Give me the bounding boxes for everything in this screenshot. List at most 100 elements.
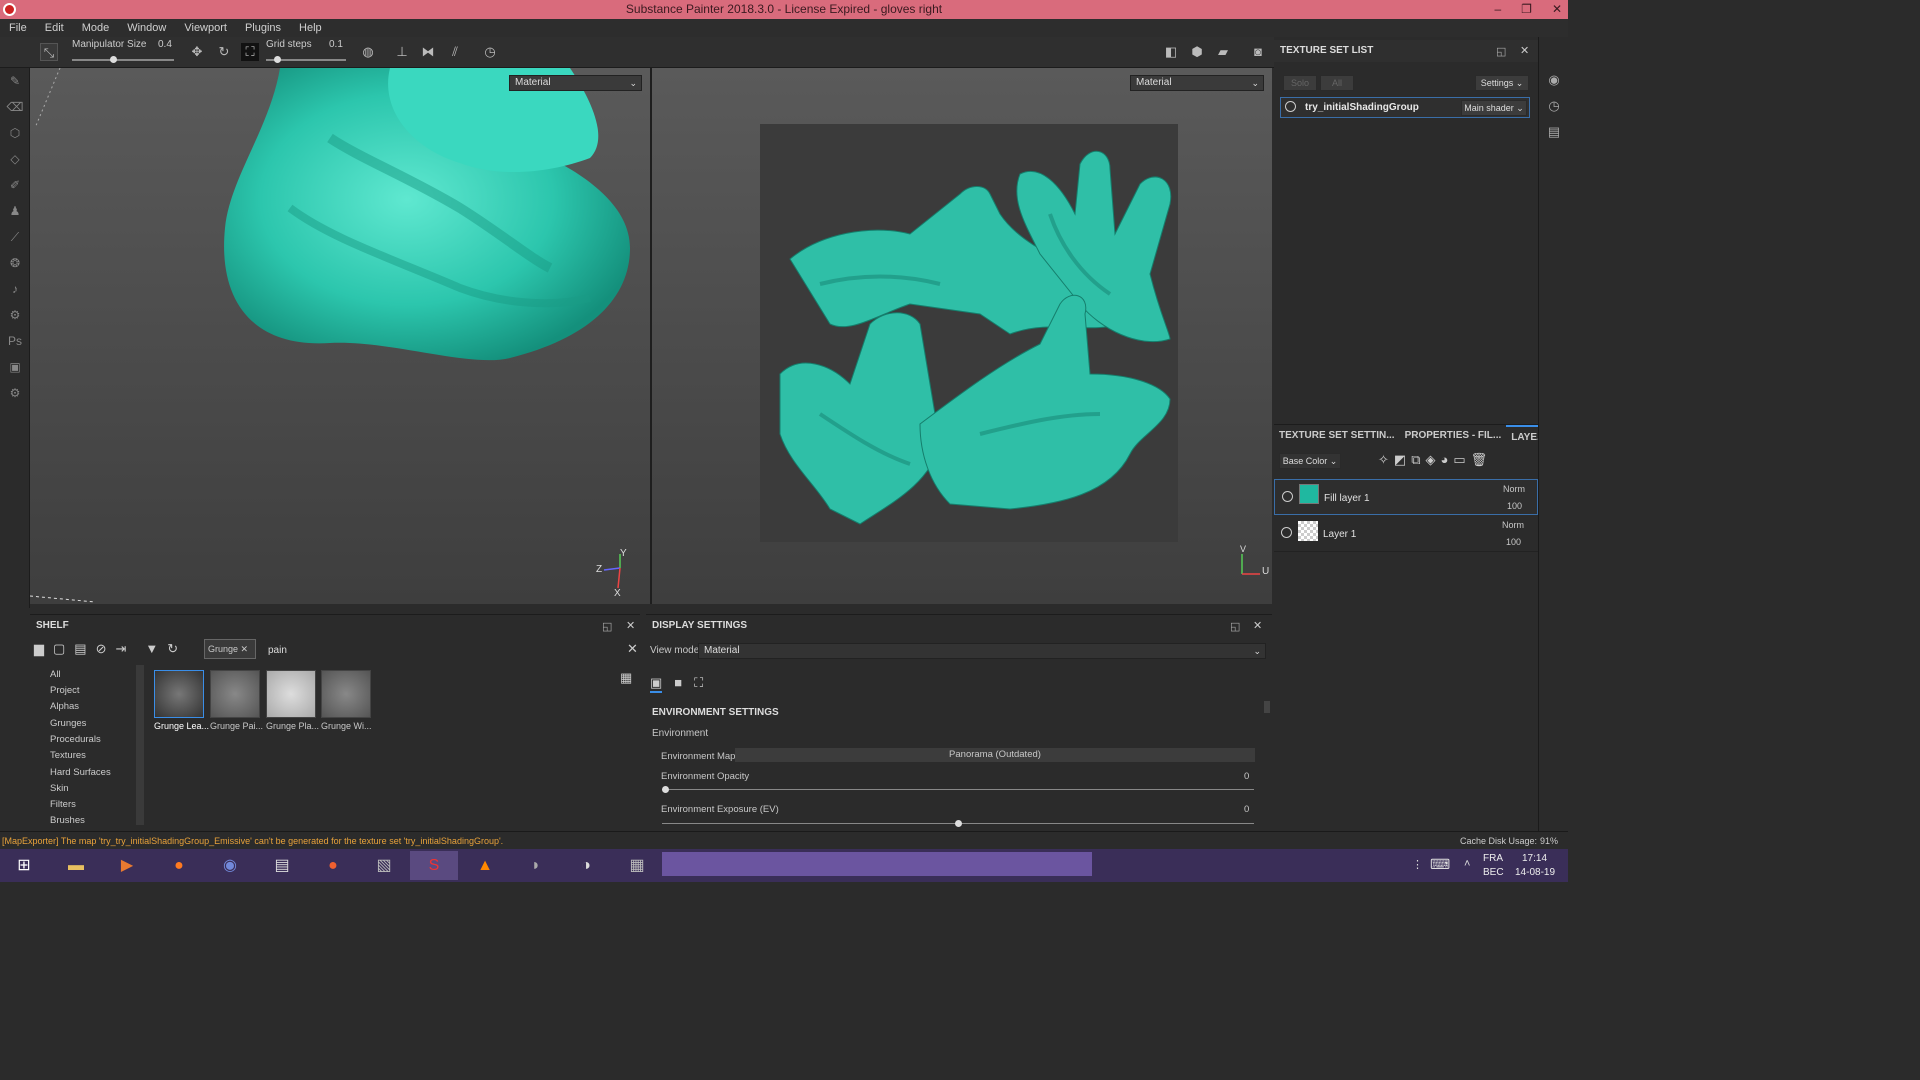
settings-small-icon[interactable]: ⚙ [0, 302, 30, 328]
add-effect-icon[interactable]: ✧ [1378, 452, 1389, 468]
substance-painter-icon[interactable]: S [410, 851, 458, 880]
grid-steps-value[interactable]: 0.1 [329, 39, 343, 50]
menu-edit[interactable]: Edit [36, 19, 73, 37]
add-folder-icon[interactable]: ▭ [1453, 452, 1465, 468]
add-smart-material-icon[interactable]: ◕ [1441, 452, 1449, 468]
viewport-3d[interactable]: Material ⌄ Y Z X [30, 68, 650, 604]
language-primary[interactable]: FRA [1483, 853, 1503, 864]
new-folder-icon[interactable]: ▢ [53, 641, 65, 657]
layer-opacity[interactable]: 100 [1506, 537, 1521, 547]
shelf-category-brushes[interactable]: Brushes [50, 815, 85, 826]
grid-view-icon[interactable]: ▦ [620, 670, 632, 686]
shelf-item-thumb[interactable] [321, 670, 371, 718]
float-panel-icon[interactable]: ◱ [1230, 620, 1240, 633]
log-icon[interactable]: ▤ [1539, 119, 1569, 145]
environment-exposure-value[interactable]: 0 [1244, 804, 1249, 815]
channel-dropdown[interactable]: Base Color ⌄ [1279, 453, 1341, 469]
manipulator-size-knob[interactable] [110, 56, 117, 63]
shelf-item-thumb[interactable] [210, 670, 260, 718]
blend-mode[interactable]: Norm [1502, 520, 1524, 530]
environment-opacity-slider[interactable] [662, 789, 1254, 790]
viewport-3d-mode-dropdown[interactable]: Material ⌄ [509, 75, 642, 91]
cube-icon[interactable]: ⬢ [1188, 43, 1206, 61]
solo-button[interactable]: Solo [1283, 75, 1317, 91]
all-button[interactable]: All [1320, 75, 1354, 91]
shelf-category-procedurals[interactable]: Procedurals [50, 734, 101, 745]
language-secondary[interactable]: BEC [1483, 867, 1504, 878]
smudge-icon[interactable]: ✐ [0, 172, 30, 198]
viewport-2d-mode-dropdown[interactable]: Material ⌄ [1130, 75, 1264, 91]
image-viewer-icon[interactable]: ▧ [360, 851, 408, 880]
clone-icon[interactable]: ♟ [0, 198, 30, 224]
environment-opacity-value[interactable]: 0 [1244, 771, 1249, 782]
blend-mode[interactable]: Norm [1503, 484, 1525, 494]
category-scrollbar[interactable] [136, 665, 144, 825]
manipulator-size-slider[interactable] [72, 59, 174, 61]
shelf-category-hard-surfaces[interactable]: Hard Surfaces [50, 767, 111, 778]
menu-plugins[interactable]: Plugins [236, 19, 290, 37]
firefox-icon[interactable]: ● [155, 851, 203, 880]
shelf-category-all[interactable]: All [50, 669, 61, 680]
document-icon[interactable]: ▤ [258, 851, 306, 880]
menu-window[interactable]: Window [118, 19, 175, 37]
shelf-category-grunges[interactable]: Grunges [50, 718, 86, 729]
shelf-item-label[interactable]: Grunge Wi... [321, 721, 372, 731]
shelf-category-filters[interactable]: Filters [50, 799, 76, 810]
gear-icon[interactable]: ⚙ [0, 380, 30, 406]
display-scrollbar[interactable] [1264, 701, 1270, 713]
polygon-fill-icon[interactable]: ◇ [0, 146, 30, 172]
shelf-item-thumb[interactable] [154, 670, 204, 718]
bell-icon[interactable]: ♪ [0, 276, 30, 302]
shelf-category-project[interactable]: Project [50, 685, 80, 696]
brush-icon[interactable]: ✎ [0, 68, 30, 94]
file-explorer-icon[interactable]: ▬ [52, 851, 100, 880]
environment-group-label[interactable]: Environment [652, 728, 708, 739]
save-icon[interactable]: ▤ [74, 641, 86, 657]
add-mask-icon[interactable]: ◩ [1394, 452, 1406, 468]
move-icon[interactable]: ✥ [188, 43, 206, 61]
viewport-2d[interactable]: Material ⌄ V U [652, 68, 1272, 604]
tab-texture-set-settings[interactable]: TEXTURE SET SETTIN... [1274, 425, 1400, 447]
layer-opacity[interactable]: 100 [1507, 501, 1522, 511]
shelf-category-alphas[interactable]: Alphas [50, 701, 79, 712]
close-panel-icon[interactable]: ✕ [1520, 44, 1529, 57]
history-icon[interactable]: ◷ [481, 43, 499, 61]
close-panel-icon[interactable]: ✕ [626, 619, 635, 632]
picker-icon[interactable]: ⟋ [0, 224, 30, 250]
lazy-mouse-icon[interactable]: ⫽ [446, 43, 464, 61]
split-view-icon[interactable]: ◧ [1162, 43, 1180, 61]
chevron-up-icon[interactable]: ˄ [1464, 858, 1470, 870]
shelf-search-input[interactable]: pain [268, 645, 287, 656]
blender-icon[interactable]: ◑ [562, 851, 610, 880]
viewer-settings-icon[interactable]: ◉ [1539, 67, 1569, 93]
viewport-tab-icon[interactable]: ⛶ [694, 675, 703, 693]
history-icon[interactable]: ◷ [1539, 93, 1569, 119]
shelf-item-label[interactable]: Grunge Lea... [154, 721, 209, 731]
menu-file[interactable]: File [0, 19, 36, 37]
view-mode-dropdown[interactable]: Material ⌄ [698, 643, 1266, 659]
photoshop-icon[interactable]: Ps [0, 328, 30, 354]
windows-start-icon[interactable]: ⊞ [0, 851, 48, 880]
add-layer-icon[interactable]: ⧉ [1411, 452, 1420, 468]
manipulator-size-value[interactable]: 0.4 [158, 39, 172, 50]
align-icon[interactable]: ⊥ [393, 43, 411, 61]
delete-icon[interactable]: 🗑 [1471, 452, 1488, 468]
globe-icon[interactable]: ◍ [359, 43, 377, 61]
screenshot-icon[interactable]: ◙ [1249, 43, 1267, 61]
camera-video-icon[interactable]: ▰ [1214, 43, 1232, 61]
projection-icon[interactable]: ⬡ [0, 120, 30, 146]
close-button[interactable]: ✕ [1552, 0, 1562, 19]
shelf-item-thumb[interactable] [266, 670, 316, 718]
media-player-icon[interactable]: ▶ [103, 851, 151, 880]
minimize-button[interactable]: – [1494, 0, 1501, 19]
shelf-category-skin[interactable]: Skin [50, 783, 68, 794]
visibility-eye-icon[interactable] [1281, 527, 1292, 538]
layer-row-paint[interactable]: Layer 1 Norm 100 [1274, 516, 1538, 552]
vlc-icon[interactable]: ▲ [461, 851, 509, 880]
rotate-icon[interactable]: ↻ [215, 43, 233, 61]
environment-exposure-knob[interactable] [955, 820, 962, 827]
menu-viewport[interactable]: Viewport [175, 19, 236, 37]
import-icon[interactable]: ⇥ [116, 641, 127, 657]
layer-name[interactable]: Fill layer 1 [1324, 493, 1370, 504]
shelf-item-label[interactable]: Grunge Pai... [210, 721, 263, 731]
